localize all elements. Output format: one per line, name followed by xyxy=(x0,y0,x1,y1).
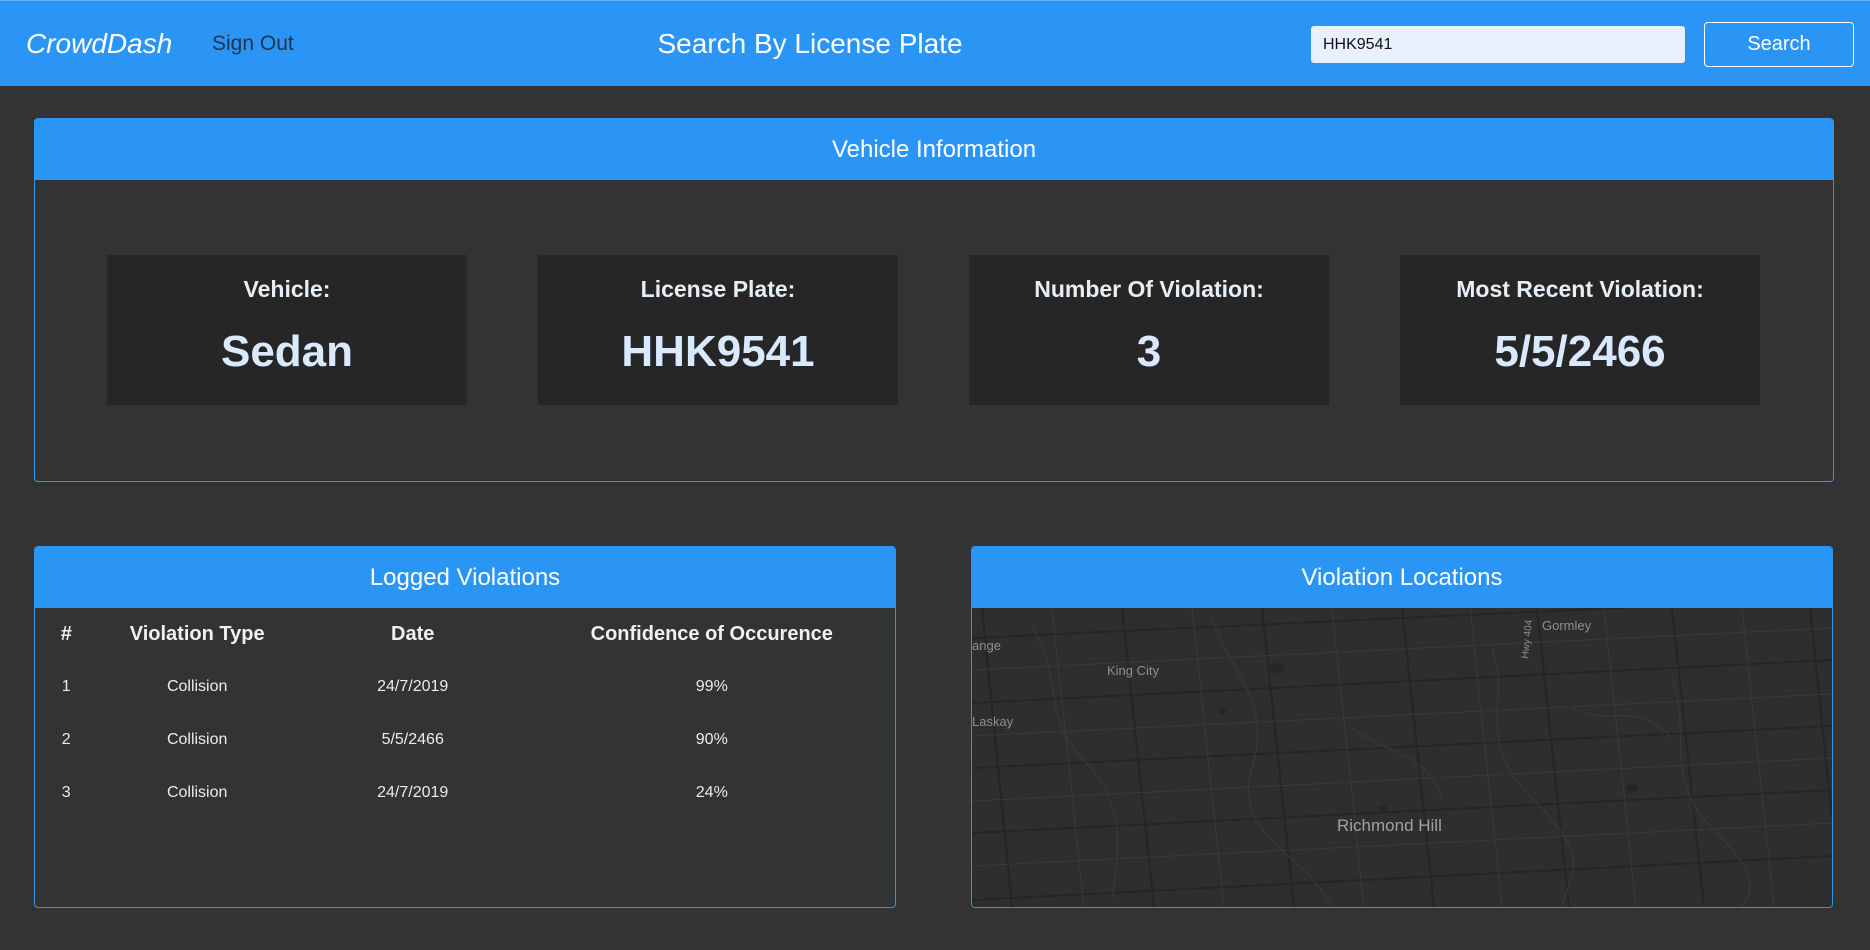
row-confidence: 99% xyxy=(695,677,728,695)
table-row[interactable]: 2 Collision 5/5/2466 90% xyxy=(35,713,895,766)
column-header-confidence: Confidence of Occurence xyxy=(590,622,833,645)
brand-logo[interactable]: CrowdDash xyxy=(26,27,172,61)
map-label-laskay: Laskay xyxy=(972,714,1014,729)
stat-value: Sedan xyxy=(220,327,354,376)
row-date: 5/5/2466 xyxy=(381,730,444,748)
map-label-orangeville: ange xyxy=(972,638,1001,653)
map-label-richmond-hill: Richmond Hill xyxy=(1337,816,1442,835)
violations-table: # Violation Type Date Confidence of Occu… xyxy=(35,608,895,819)
column-header-date: Date xyxy=(391,622,435,645)
map-label-gormley: Gormley xyxy=(1542,618,1592,633)
top-navbar: CrowdDash Sign Out Search By License Pla… xyxy=(0,0,1870,86)
violation-count-card: Number Of Violation: 3 xyxy=(969,255,1329,405)
stat-label: Number Of Violation: xyxy=(1034,276,1264,302)
license-plate-search-input[interactable] xyxy=(1311,26,1685,63)
violation-map[interactable]: Gormley ange King City Hwy 404 Laskay Ri… xyxy=(972,608,1832,907)
map-label-king-city: King City xyxy=(1107,663,1160,678)
table-row[interactable]: 3 Collision 24/7/2019 24% xyxy=(35,766,895,819)
row-number: 2 xyxy=(61,730,71,748)
table-row[interactable]: 1 Collision 24/7/2019 99% xyxy=(35,660,895,713)
stat-value: 5/5/2466 xyxy=(1494,327,1666,376)
most-recent-violation-card: Most Recent Violation: 5/5/2466 xyxy=(1400,255,1760,405)
license-plate-card: License Plate: HHK9541 xyxy=(538,255,898,405)
row-confidence: 90% xyxy=(695,730,728,748)
row-confidence: 24% xyxy=(695,783,728,801)
row-number: 3 xyxy=(61,783,71,801)
violation-locations-header: Violation Locations xyxy=(972,547,1832,608)
page-title: Search By License Plate xyxy=(657,28,963,59)
vehicle-information-panel: Vehicle Information Vehicle: Sedan Licen… xyxy=(34,118,1834,482)
violation-locations-panel: Violation Locations Gormley ange King Ci… xyxy=(971,546,1833,908)
row-violation-type: Collision xyxy=(166,677,228,695)
vehicle-information-header: Vehicle Information xyxy=(35,119,1833,180)
column-header-number: # xyxy=(60,622,72,645)
row-violation-type: Collision xyxy=(166,730,228,748)
stat-label: License Plate: xyxy=(640,276,796,302)
search-button[interactable]: Search xyxy=(1704,22,1854,67)
row-violation-type: Collision xyxy=(166,783,228,801)
table-header-row: # Violation Type Date Confidence of Occu… xyxy=(35,608,895,660)
stat-label: Most Recent Violation: xyxy=(1456,276,1704,302)
sign-out-link[interactable]: Sign Out xyxy=(212,31,294,57)
logged-violations-panel: Logged Violations # Violation Type Date … xyxy=(34,546,896,908)
map-roads-layer xyxy=(972,608,1832,907)
stat-value: HHK9541 xyxy=(621,327,815,376)
stat-label: Vehicle: xyxy=(243,276,331,302)
vehicle-type-card: Vehicle: Sedan xyxy=(107,255,467,405)
column-header-violation-type: Violation Type xyxy=(129,622,265,645)
stat-value: 3 xyxy=(1136,327,1162,376)
row-date: 24/7/2019 xyxy=(377,783,449,801)
row-number: 1 xyxy=(61,677,71,695)
logged-violations-header: Logged Violations xyxy=(35,547,895,608)
row-date: 24/7/2019 xyxy=(377,677,449,695)
